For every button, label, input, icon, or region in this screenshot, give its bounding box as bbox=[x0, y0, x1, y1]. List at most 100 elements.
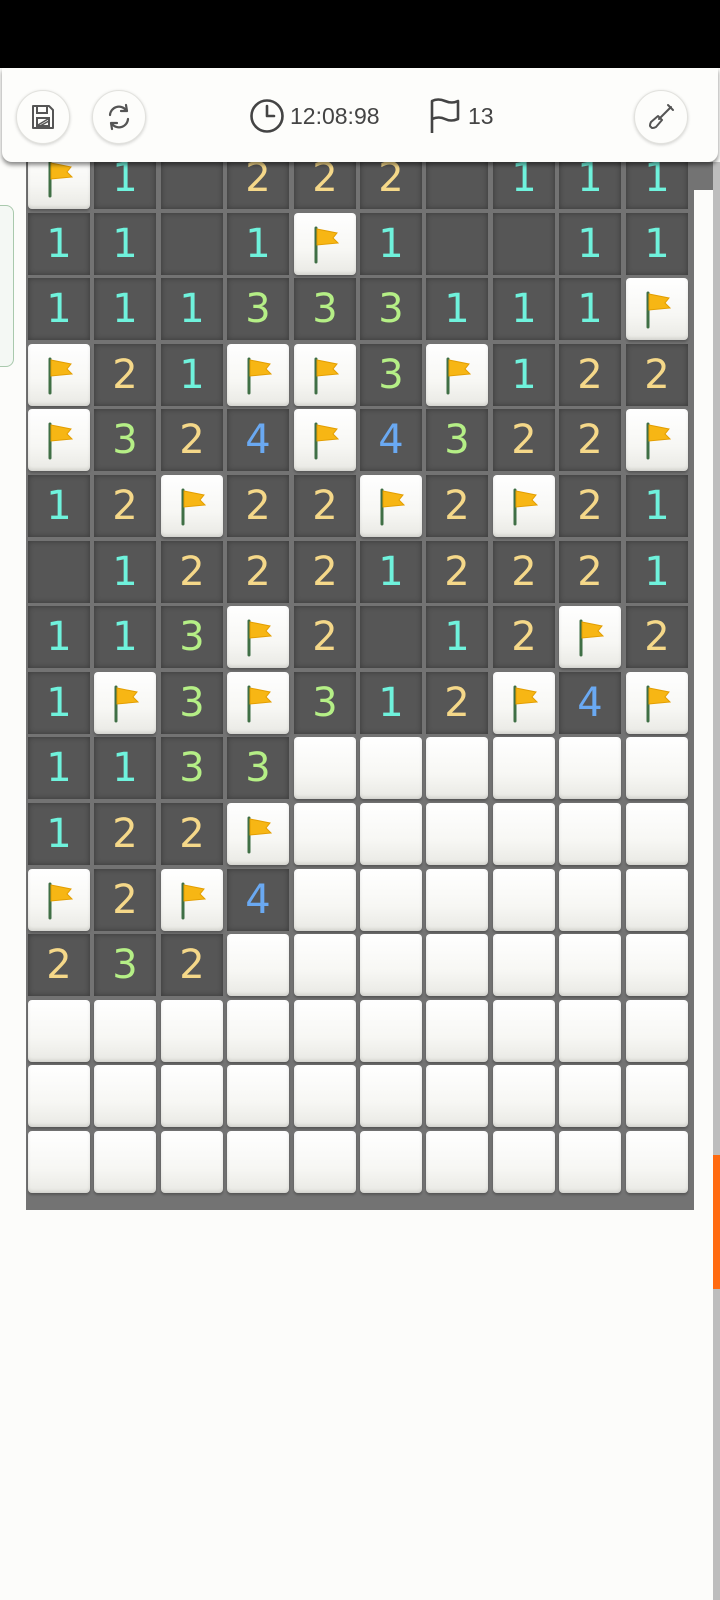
number-cell[interactable]: 1 bbox=[161, 344, 223, 406]
empty-cell[interactable] bbox=[161, 213, 223, 275]
flagged-cell[interactable] bbox=[28, 869, 90, 931]
empty-cell[interactable] bbox=[28, 541, 90, 603]
number-cell[interactable]: 4 bbox=[227, 869, 289, 931]
number-cell[interactable]: 3 bbox=[426, 409, 488, 471]
number-cell[interactable]: 3 bbox=[360, 278, 422, 340]
covered-cell[interactable] bbox=[493, 1131, 555, 1193]
number-cell[interactable]: 1 bbox=[94, 541, 156, 603]
covered-cell[interactable] bbox=[626, 803, 688, 865]
covered-cell[interactable] bbox=[161, 1000, 223, 1062]
number-cell[interactable]: 1 bbox=[28, 672, 90, 734]
number-cell[interactable]: 2 bbox=[161, 541, 223, 603]
number-cell[interactable]: 3 bbox=[161, 606, 223, 668]
number-cell[interactable]: 1 bbox=[559, 278, 621, 340]
covered-cell[interactable] bbox=[493, 1065, 555, 1127]
covered-cell[interactable] bbox=[227, 1000, 289, 1062]
number-cell[interactable]: 2 bbox=[161, 803, 223, 865]
flagged-cell[interactable] bbox=[161, 869, 223, 931]
covered-cell[interactable] bbox=[426, 869, 488, 931]
flagged-cell[interactable] bbox=[626, 409, 688, 471]
scrollbar-thumb[interactable] bbox=[713, 1155, 720, 1289]
number-cell[interactable]: 3 bbox=[94, 934, 156, 996]
covered-cell[interactable] bbox=[626, 1065, 688, 1127]
number-cell[interactable]: 3 bbox=[94, 409, 156, 471]
flagged-cell[interactable] bbox=[28, 344, 90, 406]
number-cell[interactable]: 2 bbox=[227, 541, 289, 603]
number-cell[interactable]: 1 bbox=[493, 344, 555, 406]
number-cell[interactable]: 2 bbox=[626, 344, 688, 406]
number-cell[interactable]: 1 bbox=[94, 737, 156, 799]
number-cell[interactable]: 2 bbox=[294, 606, 356, 668]
number-cell[interactable]: 2 bbox=[227, 475, 289, 537]
flagged-cell[interactable] bbox=[227, 672, 289, 734]
covered-cell[interactable] bbox=[626, 1000, 688, 1062]
covered-cell[interactable] bbox=[559, 803, 621, 865]
covered-cell[interactable] bbox=[28, 1065, 90, 1127]
covered-cell[interactable] bbox=[94, 1065, 156, 1127]
number-cell[interactable]: 2 bbox=[426, 475, 488, 537]
flagged-cell[interactable] bbox=[227, 344, 289, 406]
number-cell[interactable]: 4 bbox=[559, 672, 621, 734]
flagged-cell[interactable] bbox=[94, 672, 156, 734]
number-cell[interactable]: 2 bbox=[161, 409, 223, 471]
number-cell[interactable]: 2 bbox=[493, 606, 555, 668]
number-cell[interactable]: 1 bbox=[493, 278, 555, 340]
flagged-cell[interactable] bbox=[493, 475, 555, 537]
number-cell[interactable]: 3 bbox=[227, 737, 289, 799]
covered-cell[interactable] bbox=[294, 1065, 356, 1127]
number-cell[interactable]: 1 bbox=[161, 278, 223, 340]
number-cell[interactable]: 1 bbox=[559, 213, 621, 275]
covered-cell[interactable] bbox=[294, 737, 356, 799]
number-cell[interactable]: 2 bbox=[426, 672, 488, 734]
covered-cell[interactable] bbox=[426, 934, 488, 996]
covered-cell[interactable] bbox=[559, 1131, 621, 1193]
covered-cell[interactable] bbox=[227, 934, 289, 996]
number-cell[interactable]: 1 bbox=[227, 213, 289, 275]
flagged-cell[interactable] bbox=[626, 278, 688, 340]
covered-cell[interactable] bbox=[626, 934, 688, 996]
covered-cell[interactable] bbox=[493, 737, 555, 799]
covered-cell[interactable] bbox=[559, 1000, 621, 1062]
number-cell[interactable]: 2 bbox=[161, 934, 223, 996]
save-button[interactable] bbox=[16, 90, 70, 144]
covered-cell[interactable] bbox=[360, 1131, 422, 1193]
flagged-cell[interactable] bbox=[294, 213, 356, 275]
number-cell[interactable]: 1 bbox=[28, 606, 90, 668]
covered-cell[interactable] bbox=[294, 1131, 356, 1193]
covered-cell[interactable] bbox=[294, 1000, 356, 1062]
number-cell[interactable]: 2 bbox=[94, 344, 156, 406]
number-cell[interactable]: 2 bbox=[94, 803, 156, 865]
covered-cell[interactable] bbox=[161, 1065, 223, 1127]
covered-cell[interactable] bbox=[360, 737, 422, 799]
covered-cell[interactable] bbox=[493, 1000, 555, 1062]
restart-button[interactable] bbox=[92, 90, 146, 144]
number-cell[interactable]: 2 bbox=[94, 475, 156, 537]
covered-cell[interactable] bbox=[294, 803, 356, 865]
covered-cell[interactable] bbox=[493, 869, 555, 931]
covered-cell[interactable] bbox=[559, 737, 621, 799]
number-cell[interactable]: 1 bbox=[426, 606, 488, 668]
board-viewport[interactable]: 1222111111111111333111213122324432212222… bbox=[0, 140, 720, 1210]
number-cell[interactable]: 3 bbox=[360, 344, 422, 406]
covered-cell[interactable] bbox=[360, 869, 422, 931]
number-cell[interactable]: 1 bbox=[626, 213, 688, 275]
number-cell[interactable]: 1 bbox=[28, 803, 90, 865]
covered-cell[interactable] bbox=[360, 803, 422, 865]
covered-cell[interactable] bbox=[360, 934, 422, 996]
covered-cell[interactable] bbox=[493, 934, 555, 996]
flagged-cell[interactable] bbox=[626, 672, 688, 734]
number-cell[interactable]: 2 bbox=[559, 344, 621, 406]
number-cell[interactable]: 1 bbox=[360, 672, 422, 734]
number-cell[interactable]: 2 bbox=[28, 934, 90, 996]
covered-cell[interactable] bbox=[559, 934, 621, 996]
number-cell[interactable]: 1 bbox=[426, 278, 488, 340]
number-cell[interactable]: 3 bbox=[294, 672, 356, 734]
covered-cell[interactable] bbox=[493, 803, 555, 865]
number-cell[interactable]: 1 bbox=[360, 213, 422, 275]
number-cell[interactable]: 3 bbox=[294, 278, 356, 340]
flagged-cell[interactable] bbox=[294, 409, 356, 471]
covered-cell[interactable] bbox=[626, 737, 688, 799]
flagged-cell[interactable] bbox=[227, 606, 289, 668]
flagged-cell[interactable] bbox=[360, 475, 422, 537]
covered-cell[interactable] bbox=[426, 1000, 488, 1062]
